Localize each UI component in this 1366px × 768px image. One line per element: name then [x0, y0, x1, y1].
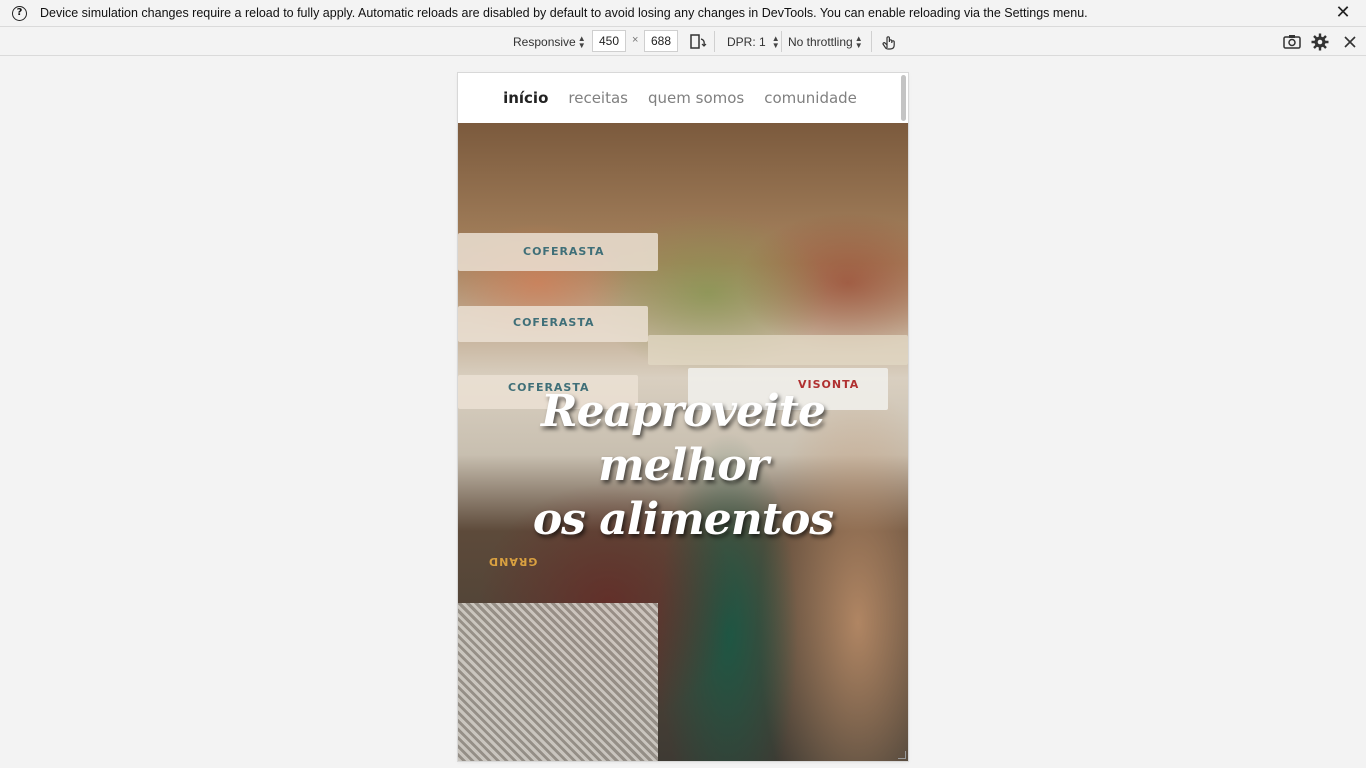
site-nav: início receitas quem somos comunidade [458, 73, 908, 123]
dimension-separator: × [632, 34, 639, 46]
dpr-label: DPR: 1 [727, 34, 766, 49]
nav-item-inicio[interactable]: início [503, 89, 548, 107]
toolbar-divider [714, 31, 715, 52]
select-arrows-icon: ▲ ▼ [771, 33, 780, 50]
touch-hand-icon[interactable] [879, 32, 899, 52]
nav-item-quem-somos[interactable]: quem somos [648, 89, 744, 107]
plastic-crate [458, 603, 658, 761]
hero-title-line-2: os alimentos [532, 494, 834, 545]
close-device-toolbar-icon[interactable] [1340, 32, 1360, 52]
select-arrows-icon: ▲ ▼ [577, 33, 586, 50]
hero-title: Reaproveite melhor os alimentos [458, 385, 908, 547]
resize-handle[interactable] [898, 751, 906, 759]
info-bar-message: Device simulation changes require a relo… [40, 6, 1088, 20]
screenshot-icon[interactable] [1282, 32, 1302, 52]
device-viewport: início receitas quem somos comunidade CO… [458, 73, 908, 761]
info-bar: ? Device simulation changes require a re… [0, 0, 1366, 27]
device-toolbar: Responsive ▲ ▼ 450 × 688 DPR: 1 ▲ ▼ No thr… [0, 27, 1366, 56]
hero-title-line-1: Reaproveite melhor [541, 386, 826, 491]
nav-item-comunidade[interactable]: comunidade [764, 89, 857, 107]
throttling-select[interactable]: No throttling ▲ ▼ [788, 31, 863, 52]
device-mode-select[interactable]: Responsive ▲ ▼ [513, 31, 586, 52]
scrollbar[interactable] [901, 75, 906, 121]
crate-label: COFERASTA [513, 316, 595, 329]
toolbar-divider [781, 31, 782, 52]
produce-crate [648, 335, 908, 365]
throttling-label: No throttling [788, 34, 853, 49]
device-mode-label: Responsive [513, 34, 576, 49]
hero-image: COFERASTA COFERASTA COFERASTA VISONTA GR… [458, 123, 908, 761]
dpr-select[interactable]: DPR: 1 ▲ ▼ [727, 31, 780, 52]
nav-item-receitas[interactable]: receitas [568, 89, 628, 107]
height-input[interactable]: 688 [644, 30, 678, 52]
toolbar-divider [871, 31, 872, 52]
select-arrows-icon: ▲ ▼ [854, 33, 863, 50]
settings-gear-icon[interactable] [1310, 32, 1330, 52]
width-input[interactable]: 450 [592, 30, 626, 52]
rotate-icon[interactable] [688, 32, 708, 52]
close-icon[interactable]: ✕ [1334, 3, 1352, 23]
crate-label: COFERASTA [523, 245, 605, 258]
help-icon: ? [12, 6, 27, 21]
crate-label: GRAND [488, 555, 538, 568]
